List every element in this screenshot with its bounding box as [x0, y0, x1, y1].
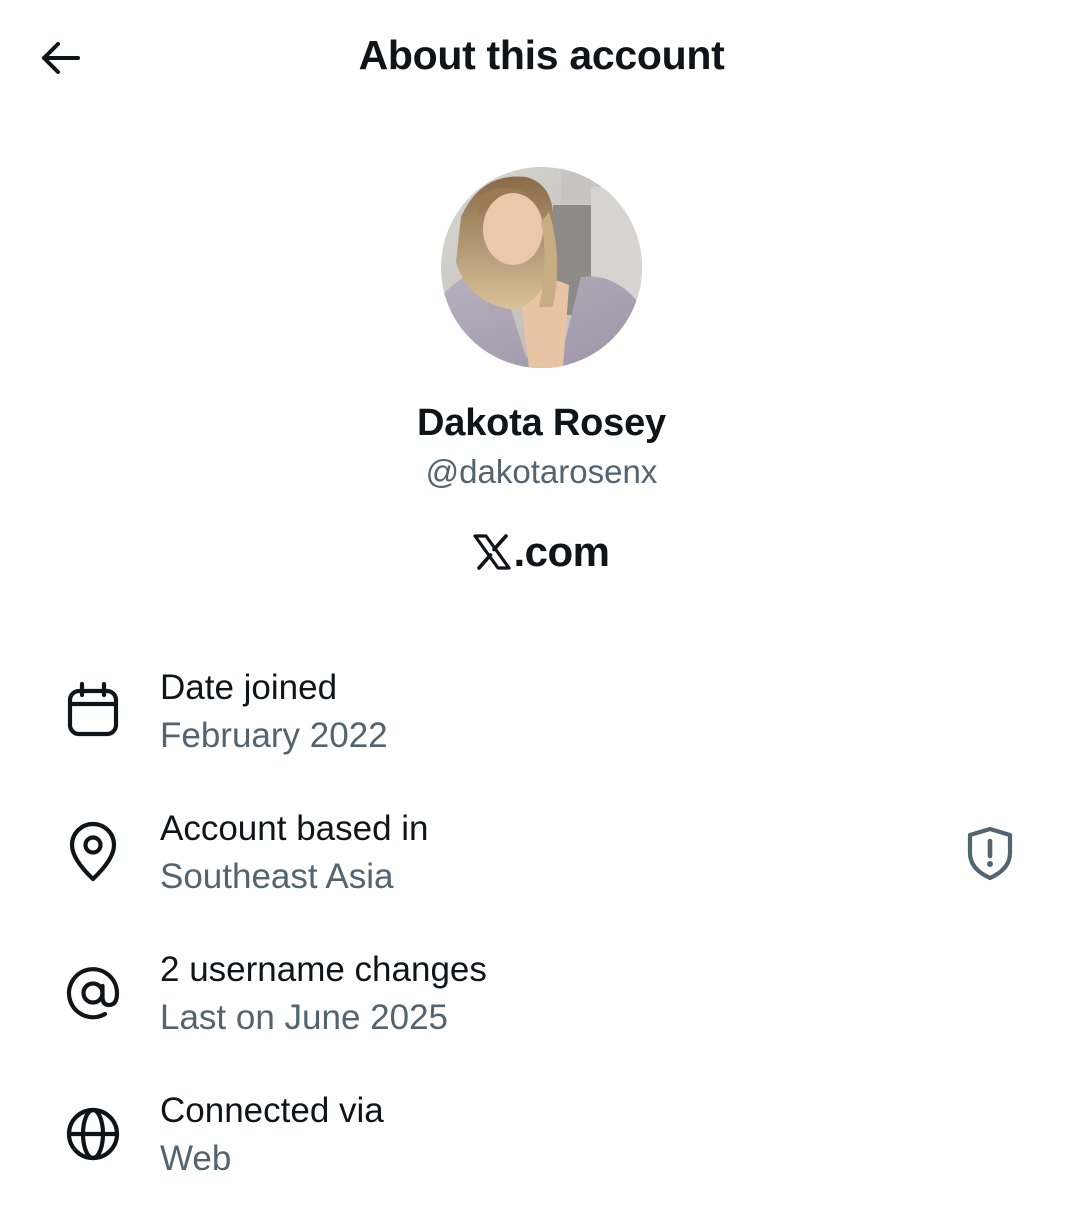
display-name: Dakota Rosey [417, 402, 666, 444]
page-title: About this account [358, 32, 725, 78]
top-bar: About this account [0, 0, 1083, 116]
date-joined-row: Date joined February 2022 [0, 668, 1083, 788]
connected-via-row: Connected via Web [0, 1091, 1083, 1211]
date-joined-label: Date joined [160, 668, 338, 707]
account-location-label: Account based in [160, 809, 429, 848]
avatar[interactable] [441, 167, 642, 368]
location-pin-icon [62, 821, 124, 883]
account-location-value: Southeast Asia [160, 857, 394, 896]
x-logo-icon [473, 534, 512, 570]
shield-alert-icon [967, 826, 1013, 881]
platform-label: .com [0, 527, 1083, 577]
username-handle: @dakotarosenx [425, 453, 658, 490]
calendar-icon [62, 680, 124, 742]
shield-alert-button[interactable] [960, 823, 1020, 883]
username-changes-row: 2 username changes Last on June 2025 [0, 950, 1083, 1070]
username-changes-value: Last on June 2025 [160, 998, 449, 1037]
username-changes-label: 2 username changes [160, 950, 487, 989]
at-sign-icon [62, 962, 124, 1024]
globe-icon [62, 1103, 124, 1165]
platform-text: .com [513, 528, 610, 575]
connected-via-value: Web [160, 1139, 232, 1178]
profile-photo [441, 167, 642, 368]
account-location-row: Account based in Southeast Asia [0, 809, 1083, 929]
connected-via-label: Connected via [160, 1091, 384, 1130]
date-joined-value: February 2022 [160, 716, 388, 755]
